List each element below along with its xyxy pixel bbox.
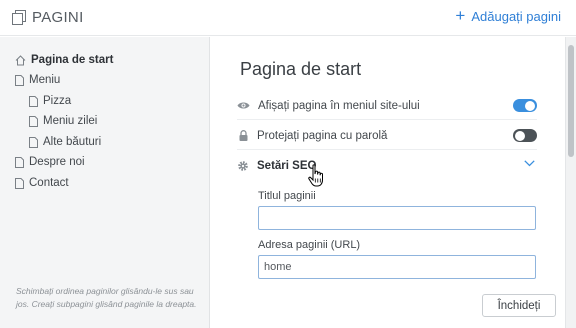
reorder-hint: Schimbați ordinea paginilor glisându-le … bbox=[16, 286, 197, 309]
page-icon bbox=[15, 156, 24, 168]
sidebar-item-meniu[interactable]: Meniu bbox=[15, 71, 60, 89]
page-icon bbox=[29, 115, 38, 127]
sidebar-item-meniu-zilei[interactable]: Meniu zilei bbox=[29, 112, 97, 130]
password-protect-row: Protejați pagina cu parolă bbox=[237, 122, 537, 150]
show-in-menu-row: Afișați pagina în meniul site-ului bbox=[237, 92, 537, 120]
hand-pointer-cursor-icon bbox=[308, 164, 323, 187]
sidebar-item-pagina-de-start[interactable]: Pagina de start bbox=[15, 51, 113, 69]
sidebar-item-label: Pagina de start bbox=[31, 54, 114, 66]
toggle-knob bbox=[525, 100, 535, 111]
close-button[interactable]: Închideți bbox=[482, 294, 556, 317]
sidebar-item-label: Meniu bbox=[29, 74, 61, 86]
password-protect-label: Protejați pagina cu parolă bbox=[257, 129, 388, 142]
page-title-field-label: Titlul paginii bbox=[258, 190, 316, 202]
page-url-input[interactable] bbox=[258, 255, 536, 279]
seo-settings-header[interactable]: Setări SEO bbox=[237, 152, 537, 180]
page-title-input[interactable] bbox=[258, 206, 536, 230]
pages-sidebar: Pagina de start Meniu Pizza Meniu zilei … bbox=[0, 37, 210, 328]
panel-scrollbar[interactable] bbox=[565, 37, 576, 328]
pages-icon bbox=[12, 10, 26, 25]
sidebar-item-alte-bauturi[interactable]: Alte băuturi bbox=[29, 133, 101, 151]
page-title: Pagina de start bbox=[240, 59, 362, 79]
scrollbar-thumb[interactable] bbox=[568, 45, 574, 157]
password-protect-toggle[interactable] bbox=[513, 129, 537, 142]
show-in-menu-toggle[interactable] bbox=[513, 99, 537, 112]
panel-title: PAGINI bbox=[32, 9, 84, 26]
add-pages-label: Adăugați pagini bbox=[471, 9, 561, 24]
sidebar-item-label: Pizza bbox=[43, 95, 72, 107]
page-icon bbox=[15, 177, 24, 189]
page-icon bbox=[29, 95, 38, 107]
page-icon bbox=[29, 136, 38, 148]
chevron-down-icon[interactable] bbox=[524, 160, 535, 167]
sidebar-item-despre-noi[interactable]: Despre noi bbox=[15, 153, 85, 171]
sidebar-item-pizza[interactable]: Pizza bbox=[29, 92, 71, 110]
lock-icon bbox=[239, 130, 248, 141]
sidebar-item-contact[interactable]: Contact bbox=[15, 174, 69, 192]
page-url-field-label: Adresa paginii (URL) bbox=[258, 239, 361, 251]
sidebar-item-label: Contact bbox=[29, 177, 69, 189]
sidebar-item-label: Alte băuturi bbox=[43, 136, 102, 148]
page-icon bbox=[15, 74, 24, 86]
plus-icon: + bbox=[455, 5, 466, 25]
gear-icon bbox=[238, 161, 248, 171]
sidebar-item-label: Meniu zilei bbox=[43, 115, 98, 127]
eye-icon bbox=[237, 102, 250, 109]
sidebar-item-label: Despre noi bbox=[29, 156, 85, 168]
home-icon bbox=[15, 54, 26, 65]
page-settings-panel: Pagina de start Afișați pagina în meniul… bbox=[211, 37, 565, 328]
toggle-knob bbox=[515, 130, 525, 141]
top-bar: PAGINI + Adăugați pagini bbox=[0, 0, 576, 36]
add-pages-button[interactable]: + Adăugați pagini bbox=[455, 5, 561, 25]
show-in-menu-label: Afișați pagina în meniul site-ului bbox=[258, 99, 420, 112]
